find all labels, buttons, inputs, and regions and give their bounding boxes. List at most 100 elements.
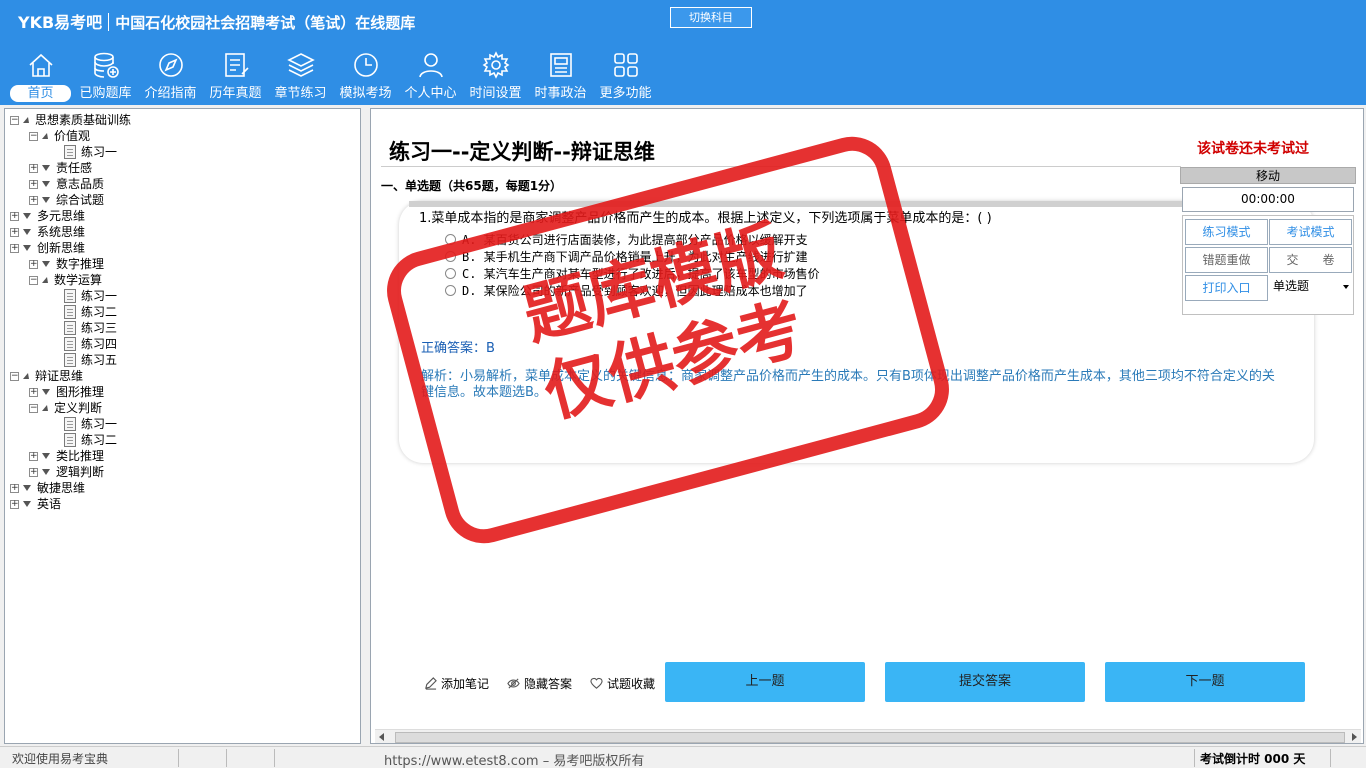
tree-label: 意志品质: [56, 177, 105, 191]
question-type-select[interactable]: 单选题: [1271, 274, 1353, 298]
nav-label: 已购题库: [79, 86, 132, 101]
tree-node[interactable]: + 综合试题: [29, 192, 104, 208]
print-button[interactable]: 打印入口: [1185, 275, 1268, 301]
tree-leaf[interactable]: 练习一: [64, 416, 117, 432]
prev-question-button[interactable]: 上一题: [665, 662, 865, 702]
tree-label: 数字推理: [56, 257, 105, 271]
move-handle[interactable]: 移动: [1180, 167, 1356, 184]
tree-node[interactable]: + 责任感: [29, 160, 92, 176]
tree-node[interactable]: + 创新思维: [10, 240, 85, 256]
folder-arrow-icon: [42, 469, 50, 475]
nav-label: 历年真题: [209, 86, 262, 101]
tree-label: 多元思维: [37, 209, 86, 223]
clock-icon: [353, 53, 378, 77]
tree-leaf[interactable]: 练习二: [64, 304, 117, 320]
tree-node[interactable]: + 敏捷思维: [10, 480, 85, 496]
tree-label: 思想素质基础训练: [35, 113, 132, 127]
practice-mode-button[interactable]: 练习模式: [1185, 219, 1268, 245]
expand-icon[interactable]: +: [29, 387, 38, 397]
collapse-icon[interactable]: −: [29, 403, 38, 413]
collapse-icon[interactable]: −: [10, 115, 19, 125]
tree-label: 练习二: [81, 433, 118, 447]
main-nav: 首页 已购题库 介绍指南 历年真题 章节练习 模拟考场 个人中心 时间设置 时事…: [8, 48, 658, 104]
tree-node[interactable]: + 多元思维: [10, 208, 85, 224]
tree-node[interactable]: + 逻辑判断: [29, 464, 104, 480]
tree-node[interactable]: + 系统思维: [10, 224, 85, 240]
collapse-icon[interactable]: −: [29, 275, 38, 285]
tree-leaf[interactable]: 练习四: [64, 336, 117, 352]
tree-leaf[interactable]: 练习一: [64, 144, 117, 160]
tree-leaf[interactable]: 练习一: [64, 288, 117, 304]
layers-icon: [286, 53, 315, 77]
nav-personal-center[interactable]: 个人中心: [398, 48, 463, 104]
nav-mock-exam[interactable]: 模拟考场: [333, 48, 398, 104]
expand-icon[interactable]: +: [10, 243, 19, 253]
nav-label: 首页: [10, 85, 71, 102]
nav-chapter-practice[interactable]: 章节练习: [268, 48, 333, 104]
folder-arrow-icon: [42, 277, 48, 283]
exam-mode-button[interactable]: 考试模式: [1269, 219, 1352, 245]
scroll-thumb[interactable]: [395, 732, 1345, 743]
heart-icon: [590, 677, 603, 689]
tree-leaf[interactable]: 练习三: [64, 320, 117, 336]
folder-arrow-icon: [23, 485, 31, 491]
nav-purchased[interactable]: 已购题库: [73, 48, 138, 104]
chapter-tree[interactable]: − 思想素质基础训练 − 价值观 练习一 + 责任感 + 意志品质 + 综合试题 + 多元思维 + 系统思维…: [4, 108, 361, 744]
tree-node[interactable]: − 定义判断: [29, 400, 102, 416]
submit-answer-button[interactable]: 提交答案: [885, 662, 1085, 702]
tree-label: 练习一: [81, 145, 118, 159]
tree-node[interactable]: − 数学运算: [29, 272, 102, 288]
document-icon: [64, 433, 76, 447]
folder-arrow-icon: [42, 405, 48, 411]
horizontal-scrollbar[interactable]: [375, 729, 1361, 743]
user-icon: [418, 53, 443, 78]
favorite-button[interactable]: 试题收藏: [590, 675, 655, 692]
submit-paper-button[interactable]: 交 卷: [1269, 247, 1352, 273]
nav-past-papers[interactable]: 历年真题: [203, 48, 268, 104]
side-panel: 移动 00:00:00 练习模式 考试模式 错题重做 交 卷 打印入口 单选题: [1180, 167, 1356, 317]
tree-node[interactable]: + 意志品质: [29, 176, 104, 192]
add-note-button[interactable]: 添加笔记: [424, 675, 489, 692]
nav-time-settings[interactable]: 时间设置: [463, 48, 528, 104]
collapse-icon[interactable]: −: [29, 131, 38, 141]
tree-label: 创新思维: [37, 241, 86, 255]
tree-label: 练习一: [81, 289, 118, 303]
status-bar: 欢迎使用易考宝典 https://www.etest8.com – 易考吧版权所…: [0, 746, 1366, 768]
expand-icon[interactable]: +: [29, 179, 38, 189]
tree-node[interactable]: − 思想素质基础训练: [10, 112, 131, 128]
expand-icon[interactable]: +: [29, 195, 38, 205]
switch-subject-button[interactable]: 切换科目: [670, 7, 752, 28]
tree-leaf[interactable]: 练习二: [64, 432, 117, 448]
nav-guide[interactable]: 介绍指南: [138, 48, 203, 104]
scroll-right-icon[interactable]: [1352, 733, 1357, 741]
tree-node[interactable]: + 类比推理: [29, 448, 104, 464]
tree-label: 图形推理: [56, 385, 105, 399]
expand-icon[interactable]: +: [10, 499, 19, 509]
redo-wrong-button[interactable]: 错题重做: [1185, 247, 1268, 273]
expand-icon[interactable]: +: [10, 211, 19, 221]
eye-off-icon: [507, 678, 520, 689]
brand: YKB易考吧 中国石化校园社会招聘考试（笔试）在线题库: [18, 9, 415, 33]
next-question-button[interactable]: 下一题: [1105, 662, 1305, 702]
tree-node[interactable]: + 英语: [10, 496, 61, 512]
expand-icon[interactable]: +: [10, 227, 19, 237]
tree-node[interactable]: + 数字推理: [29, 256, 104, 272]
expand-icon[interactable]: +: [10, 483, 19, 493]
expand-icon[interactable]: +: [29, 467, 38, 477]
expand-icon[interactable]: +: [29, 451, 38, 461]
collapse-icon[interactable]: −: [10, 371, 19, 381]
nav-home[interactable]: 首页: [8, 48, 73, 104]
nav-current-affairs[interactable]: 时事政治: [528, 48, 593, 104]
expand-icon[interactable]: +: [29, 163, 38, 173]
tree-node[interactable]: + 图形推理: [29, 384, 104, 400]
tree-node[interactable]: − 辩证思维: [10, 368, 83, 384]
nav-more[interactable]: 更多功能: [593, 48, 658, 104]
header: YKB易考吧 中国石化校园社会招聘考试（笔试）在线题库 切换科目 首页 已购题库 …: [0, 0, 1366, 105]
tree-node[interactable]: − 价值观: [29, 128, 90, 144]
nav-label: 时事政治: [534, 86, 587, 101]
scroll-left-icon[interactable]: [379, 733, 384, 741]
tree-leaf[interactable]: 练习五: [64, 352, 117, 368]
hide-answer-button[interactable]: 隐藏答案: [507, 675, 572, 692]
tree-label: 辩证思维: [35, 369, 84, 383]
expand-icon[interactable]: +: [29, 259, 38, 269]
